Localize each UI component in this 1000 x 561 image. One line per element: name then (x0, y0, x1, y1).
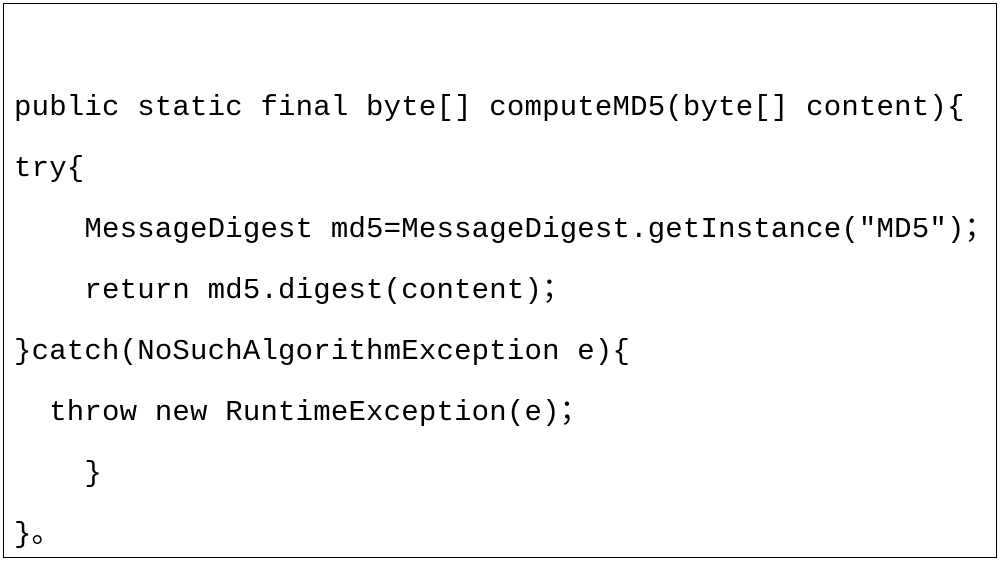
code-line: MessageDigest md5=MessageDigest.getInsta… (14, 213, 994, 246)
code-line: }catch(NoSuchAlgorithmException e){ (14, 335, 630, 368)
code-line: }。 (14, 518, 61, 551)
code-line: } (14, 457, 102, 490)
code-line: public static final byte[] computeMD5(by… (14, 91, 965, 124)
code-block: public static final byte[] computeMD5(by… (3, 3, 997, 558)
code-line: try{ (14, 152, 84, 185)
code-line: return md5.digest(content)； (14, 274, 571, 307)
code-line: throw new RuntimeException(e)； (14, 396, 589, 429)
